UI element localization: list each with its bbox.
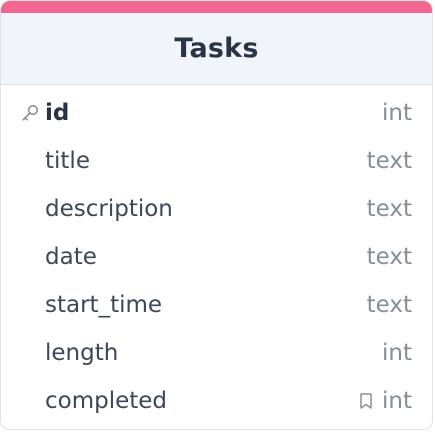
bookmark-icon[interactable]: [358, 392, 374, 410]
field-type: text: [366, 244, 412, 270]
field-name: date: [45, 244, 97, 270]
field-list: id int title text description text date …: [1, 89, 432, 425]
field-row-completed[interactable]: completed int: [1, 377, 432, 425]
table-color-strip: [1, 1, 432, 13]
field-type: int: [382, 100, 412, 126]
field-row-length[interactable]: length int: [1, 329, 432, 377]
field-row-id[interactable]: id int: [1, 89, 432, 137]
table-header[interactable]: Tasks: [1, 13, 432, 85]
table-title: Tasks: [174, 33, 259, 64]
field-type: int: [382, 340, 412, 366]
field-name: description: [45, 196, 173, 222]
field-row-description[interactable]: description text: [1, 185, 432, 233]
field-name: start_time: [45, 292, 163, 318]
field-row-date[interactable]: date text: [1, 233, 432, 281]
field-type: text: [366, 196, 412, 222]
field-type: text: [366, 148, 412, 174]
field-type: int: [382, 388, 412, 414]
field-name: title: [45, 148, 90, 174]
field-name: id: [45, 100, 70, 126]
field-row-title[interactable]: title text: [1, 137, 432, 185]
field-name: length: [45, 340, 119, 366]
field-name: completed: [45, 388, 168, 414]
field-row-start-time[interactable]: start_time text: [1, 281, 432, 329]
key-icon: [19, 89, 41, 137]
table-card[interactable]: Tasks id int title text description text…: [0, 0, 433, 430]
field-type: text: [366, 292, 412, 318]
